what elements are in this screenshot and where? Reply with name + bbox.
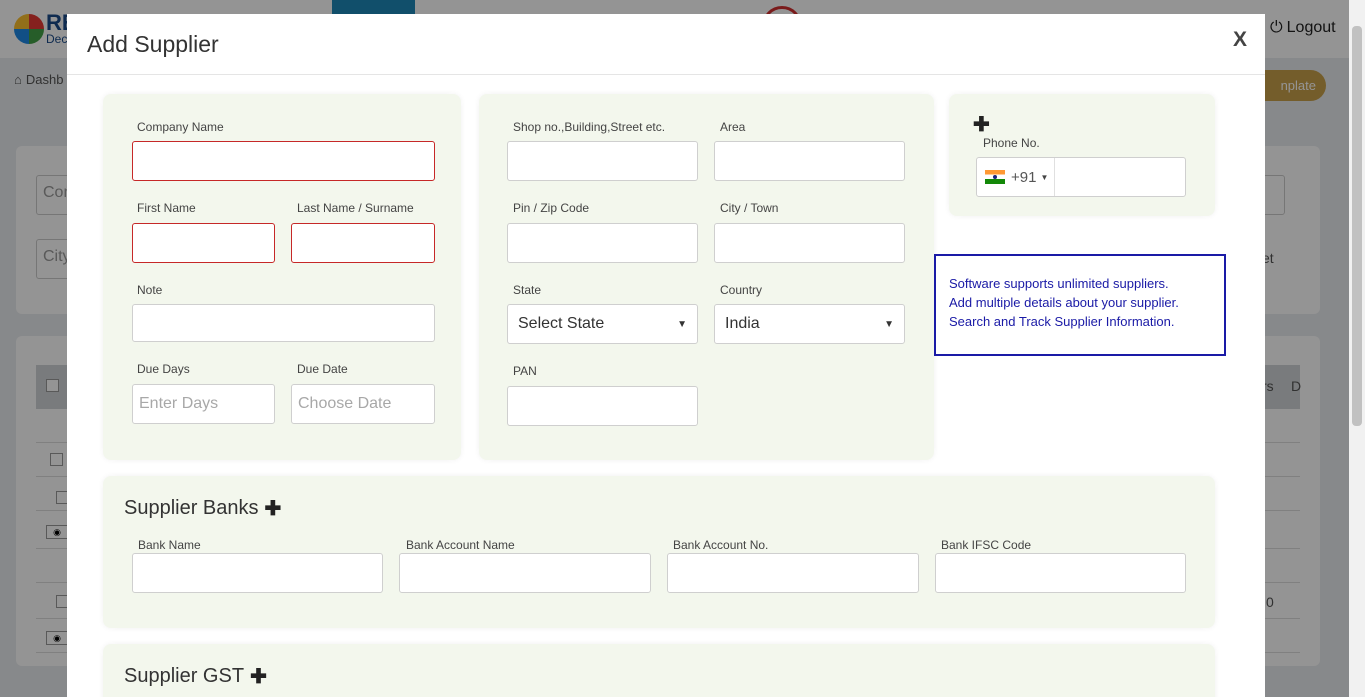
modal-header: Add Supplier X xyxy=(67,14,1265,75)
shop-label: Shop no.,Building,Street etc. xyxy=(513,120,666,134)
due-days-label: Due Days xyxy=(137,362,190,376)
address-card: Shop no.,Building,Street etc. Area Pin /… xyxy=(479,94,934,460)
bank-account-name-label: Bank Account Name xyxy=(406,538,515,552)
city-label: City / Town xyxy=(720,201,779,215)
supplier-gst-title: Supplier GST ✚ xyxy=(124,664,267,689)
city-input[interactable] xyxy=(714,223,905,263)
bank-ifsc-label: Bank IFSC Code xyxy=(941,538,1032,552)
due-date-input[interactable] xyxy=(291,384,435,424)
bank-account-name-input[interactable] xyxy=(399,553,651,593)
caret-down-icon[interactable]: ▼ xyxy=(1040,173,1048,182)
pin-input[interactable] xyxy=(507,223,698,263)
shop-input[interactable] xyxy=(507,141,698,181)
add-gst-icon[interactable]: ✚ xyxy=(250,664,267,689)
country-select[interactable]: India ▼ xyxy=(714,304,905,344)
due-days-input[interactable] xyxy=(132,384,275,424)
add-phone-icon[interactable]: ✚ xyxy=(973,112,990,137)
bank-name-input[interactable] xyxy=(132,553,383,593)
modal-title: Add Supplier xyxy=(87,31,219,57)
info-line-3: Search and Track Supplier Information. xyxy=(949,314,1175,329)
last-name-input[interactable] xyxy=(291,223,435,263)
bank-account-no-input[interactable] xyxy=(667,553,919,593)
state-label: State xyxy=(513,283,542,297)
area-label: Area xyxy=(720,120,746,134)
last-name-label: Last Name / Surname xyxy=(297,201,414,215)
state-select-value: Select State xyxy=(518,315,605,332)
add-bank-icon[interactable]: ✚ xyxy=(265,496,282,521)
add-supplier-modal: Add Supplier X Company Name First Name L… xyxy=(67,14,1265,697)
country-select-value: India xyxy=(725,315,760,332)
info-line-2: Add multiple details about your supplier… xyxy=(949,295,1179,310)
info-box: Software supports unlimited suppliers. A… xyxy=(934,254,1226,356)
phone-input[interactable]: +91 ▼ xyxy=(976,157,1186,197)
caret-down-icon: ▼ xyxy=(677,318,687,330)
close-button[interactable]: X xyxy=(1233,28,1247,52)
note-label: Note xyxy=(137,283,163,297)
supplier-banks-card: Supplier Banks ✚ Bank Name Bank Account … xyxy=(103,476,1215,628)
dial-code[interactable]: +91 xyxy=(1011,169,1036,186)
supplier-banks-title-text: Supplier Banks xyxy=(124,497,259,519)
supplier-banks-title: Supplier Banks ✚ xyxy=(124,496,281,521)
country-label: Country xyxy=(720,283,763,297)
caret-down-icon: ▼ xyxy=(884,318,894,330)
bank-name-label: Bank Name xyxy=(138,538,201,552)
bank-ifsc-input[interactable] xyxy=(935,553,1186,593)
company-name-input[interactable] xyxy=(132,141,435,181)
state-select[interactable]: Select State ▼ xyxy=(507,304,698,344)
bank-account-no-label: Bank Account No. xyxy=(673,538,769,552)
basic-info-card: Company Name First Name Last Name / Surn… xyxy=(103,94,461,460)
first-name-input[interactable] xyxy=(132,223,275,263)
scrollbar-thumb[interactable] xyxy=(1352,26,1362,426)
pin-label: Pin / Zip Code xyxy=(513,201,590,215)
pan-input[interactable] xyxy=(507,386,698,426)
supplier-gst-card: Supplier GST ✚ xyxy=(103,644,1215,697)
info-line-1: Software supports unlimited suppliers. xyxy=(949,276,1169,291)
supplier-gst-title-text: Supplier GST xyxy=(124,665,245,687)
note-textarea[interactable] xyxy=(132,304,435,342)
due-date-label: Due Date xyxy=(297,362,348,376)
phone-separator xyxy=(1054,158,1056,196)
company-name-label: Company Name xyxy=(137,120,224,134)
phone-card: ✚ Phone No. xyxy=(949,94,1215,216)
pan-label: PAN xyxy=(513,364,537,378)
first-name-label: First Name xyxy=(137,201,196,215)
india-flag-icon[interactable] xyxy=(985,170,1005,184)
phone-label: Phone No. xyxy=(983,136,1040,150)
area-input[interactable] xyxy=(714,141,905,181)
